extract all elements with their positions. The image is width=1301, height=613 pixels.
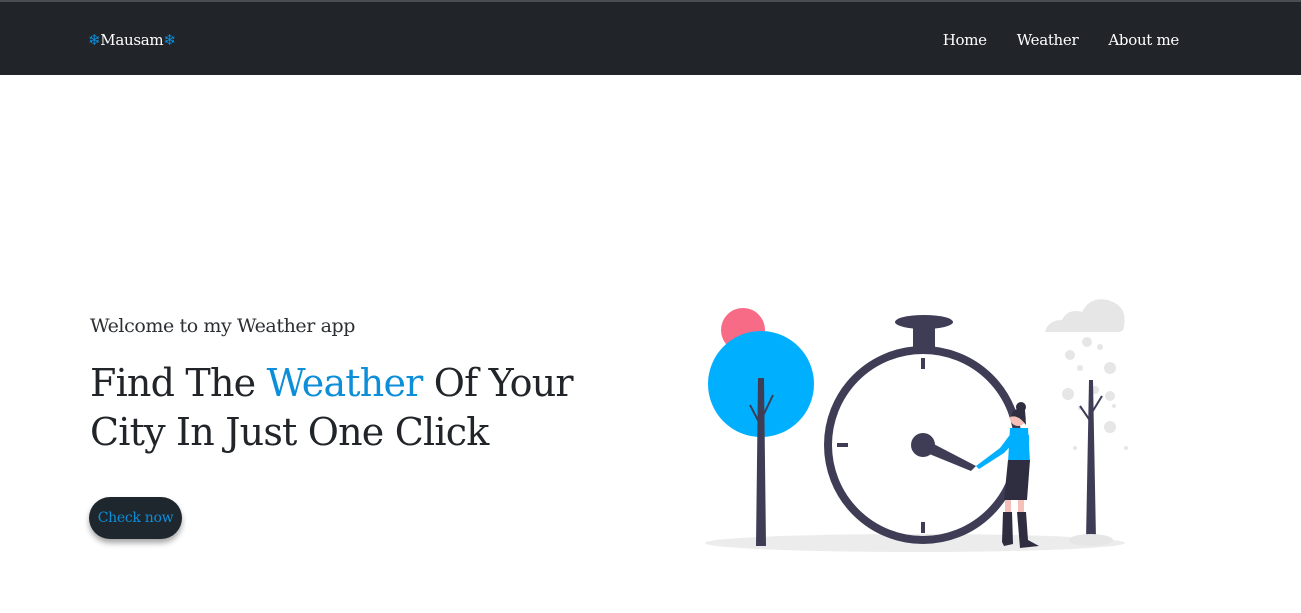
nav-links: Home Weather About me — [913, 31, 1180, 49]
person-boot — [1002, 512, 1013, 546]
snowflakes — [1062, 337, 1128, 450]
snow-mound — [1069, 534, 1113, 546]
clock-weather-illustration — [705, 299, 1128, 552]
person-skirt — [1004, 460, 1030, 500]
snowflake-icon: ❄ — [88, 31, 101, 49]
bare-tree-trunk — [1086, 380, 1096, 540]
headline-part-1: Find The — [90, 361, 267, 405]
nav-link-home[interactable]: Home — [943, 31, 987, 49]
hero-section: Welcome to my Weather app Find The Weath… — [90, 315, 610, 457]
brand-name: Mausam — [100, 31, 164, 49]
cloud — [1045, 299, 1125, 332]
welcome-text: Welcome to my Weather app — [90, 315, 356, 337]
check-now-button[interactable]: Check now — [89, 497, 182, 539]
navbar: ❄ Mausam ❄ Home Weather About me — [0, 0, 1301, 75]
tick-top — [921, 358, 925, 369]
headline-accent: Weather — [266, 361, 424, 405]
snowflake-icon: ❄ — [163, 31, 176, 49]
nav-link-about-me[interactable]: About me — [1108, 31, 1179, 49]
tick-left — [837, 443, 848, 447]
brand-logo[interactable]: ❄ Mausam ❄ — [88, 31, 176, 49]
nav-link-weather[interactable]: Weather — [1017, 31, 1079, 49]
hero-headline: Find The Weather Of Your City In Just On… — [90, 359, 610, 457]
tick-bottom — [921, 522, 925, 533]
clock-hand — [922, 440, 976, 471]
